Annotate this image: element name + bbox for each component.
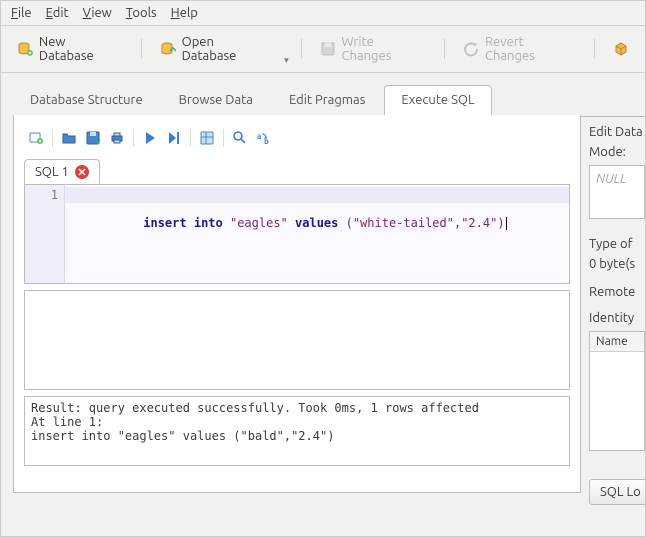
tab-database-structure[interactable]: Database Structure [13, 85, 160, 115]
cube-icon [613, 41, 629, 57]
size-label: 0 byte(s [589, 257, 645, 271]
name-column-header[interactable]: Name [590, 332, 644, 352]
sql-log-label: SQL Lo [600, 485, 641, 499]
print-icon[interactable] [109, 130, 125, 146]
separator [301, 39, 302, 59]
open-database-button[interactable]: Open Database [154, 32, 277, 66]
app-window: File Edit View Tools Help New Database O… [0, 0, 646, 537]
line-number: 1 [25, 188, 58, 202]
revert-changes-icon [463, 41, 479, 57]
cell-editor[interactable]: NULL [589, 165, 645, 219]
mode-label: Mode: [589, 145, 645, 159]
sql-editor[interactable]: 1 insert into "eagles" values ("white-ta… [24, 184, 570, 284]
main-toolbar: New Database Open Database ▾ Write Chang… [1, 26, 645, 73]
revert-changes-label: Revert Changes [485, 35, 576, 63]
sql-tab-1[interactable]: SQL 1 [24, 159, 100, 184]
sql-tab-1-label: SQL 1 [35, 165, 69, 179]
find-replace-icon[interactable]: ab [256, 130, 272, 146]
menu-edit[interactable]: Edit [46, 6, 69, 20]
tab-execute-sql[interactable]: Execute SQL [384, 85, 491, 115]
separator [444, 39, 445, 59]
open-database-dropdown[interactable]: ▾ [284, 55, 289, 66]
side-header: Edit Data [589, 125, 645, 139]
new-sql-tab-icon[interactable] [28, 130, 44, 146]
result-log[interactable]: Result: query executed successfully. Too… [24, 396, 570, 466]
workarea: ab SQL 1 1 insert into "ea [1, 115, 645, 505]
open-database-label: Open Database [182, 35, 272, 63]
separator [594, 39, 595, 59]
extra-toolbar-button[interactable] [607, 38, 635, 60]
close-sql-tab-icon[interactable] [75, 165, 89, 179]
editor-gutter: 1 [25, 185, 65, 283]
find-icon[interactable] [232, 130, 248, 146]
run-icon[interactable] [142, 130, 158, 146]
menu-tools[interactable]: Tools [126, 6, 157, 20]
open-sql-icon[interactable] [61, 130, 77, 146]
identity-list[interactable]: Name [589, 331, 645, 451]
run-line-icon[interactable] [166, 130, 182, 146]
new-database-icon [17, 41, 33, 57]
main-tabs: Database Structure Browse Data Edit Prag… [1, 77, 645, 115]
save-result-icon[interactable] [199, 130, 215, 146]
results-grid[interactable] [24, 290, 570, 390]
sql-log-button[interactable]: SQL Lo [589, 479, 645, 505]
write-changes-icon [320, 41, 336, 57]
separator [141, 39, 142, 59]
type-label: Type of [589, 237, 645, 251]
sql-subtabs: SQL 1 [24, 159, 570, 184]
tab-browse-data[interactable]: Browse Data [162, 85, 270, 115]
menu-file[interactable]: File [11, 6, 32, 20]
svg-text:b: b [264, 137, 269, 146]
revert-changes-button: Revert Changes [457, 32, 582, 66]
editor-code[interactable]: insert into "eagles" values ("white-tail… [65, 185, 569, 283]
new-database-button[interactable]: New Database [11, 32, 129, 66]
menubar: File Edit View Tools Help [1, 1, 645, 26]
cursor [506, 217, 507, 230]
execute-sql-pane: ab SQL 1 1 insert into "ea [13, 115, 581, 493]
write-changes-label: Write Changes [342, 35, 427, 63]
save-sql-icon[interactable] [85, 130, 101, 146]
identity-label: Identity [589, 311, 645, 325]
tab-edit-pragmas[interactable]: Edit Pragmas [272, 85, 382, 115]
svg-text:a: a [257, 132, 261, 141]
remote-label: Remote [589, 285, 645, 299]
null-text: NULL [596, 172, 626, 186]
menu-view[interactable]: View [83, 6, 112, 20]
menu-help[interactable]: Help [171, 6, 198, 20]
write-changes-button: Write Changes [314, 32, 432, 66]
sql-toolbar: ab [24, 123, 570, 157]
side-panel: Edit Data Mode: NULL Type of 0 byte(s Re… [581, 115, 645, 505]
open-database-icon [160, 41, 176, 57]
new-database-label: New Database [39, 35, 123, 63]
